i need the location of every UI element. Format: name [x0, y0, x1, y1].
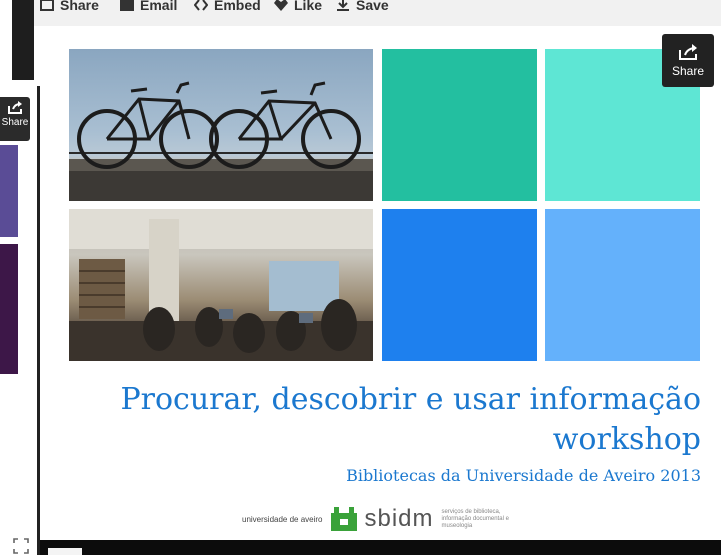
player-control-button[interactable]	[48, 548, 82, 555]
toolbar-embed-label: Embed	[214, 0, 261, 13]
slide-toolbar: Share Email Embed Like Save	[34, 0, 721, 26]
slide-tile-light-blue	[545, 209, 700, 361]
slide-tile-blue	[382, 209, 537, 361]
toolbar-like-label: Like	[294, 0, 323, 13]
save-icon	[337, 0, 349, 11]
email-icon	[120, 0, 134, 11]
sbidm-logo-text: sbidm	[364, 505, 434, 532]
embed-icon	[194, 0, 208, 11]
toolbar-email-label: Email	[140, 0, 178, 13]
toolbar-embed-button[interactable]: Embed	[194, 0, 261, 16]
sbidm-logo-icon	[330, 507, 357, 531]
slide-tile-teal	[382, 49, 537, 201]
share-icon	[8, 101, 22, 114]
toolbar-like-button[interactable]: Like	[274, 0, 322, 16]
left-share-button[interactable]: Share	[0, 97, 30, 141]
toolbar-share-label: Share	[60, 0, 99, 13]
share-icon	[679, 44, 697, 60]
presentation-viewer: Share Share Email Embed Like Save Procur…	[0, 0, 721, 555]
background-dark-strip	[12, 0, 34, 80]
logo-bar: universidade de aveiro sbidm serviços de…	[242, 503, 512, 535]
slide-subtitle: Bibliotecas da Universidade de Aveiro 20…	[346, 466, 701, 485]
left-slide-tile-purple	[0, 145, 18, 237]
toolbar-share-button[interactable]: Share	[40, 0, 99, 16]
toolbar-email-button[interactable]: Email	[120, 0, 177, 16]
left-share-label: Share	[1, 117, 29, 128]
share-button-label: Share	[671, 64, 705, 78]
fullscreen-icon[interactable]	[12, 537, 30, 555]
toolbar-save-label: Save	[356, 0, 389, 13]
toolbar-save-button[interactable]: Save	[336, 0, 389, 16]
player-control-bar[interactable]	[40, 540, 721, 555]
slide-title: Procurar, descobrir e usar informação	[120, 382, 701, 417]
university-logo-text: universidade de aveiro	[242, 514, 323, 524]
heart-icon	[274, 0, 288, 11]
slide-title-workshop: workshop	[552, 422, 701, 457]
bicycles-photo	[69, 49, 373, 201]
sbidm-logo-caption: serviços de biblioteca, informação docum…	[441, 508, 509, 529]
share-button[interactable]: Share	[662, 34, 714, 87]
left-slide-tile-plum	[0, 244, 18, 374]
share-icon	[40, 0, 54, 11]
library-study-room-photo	[69, 209, 373, 361]
